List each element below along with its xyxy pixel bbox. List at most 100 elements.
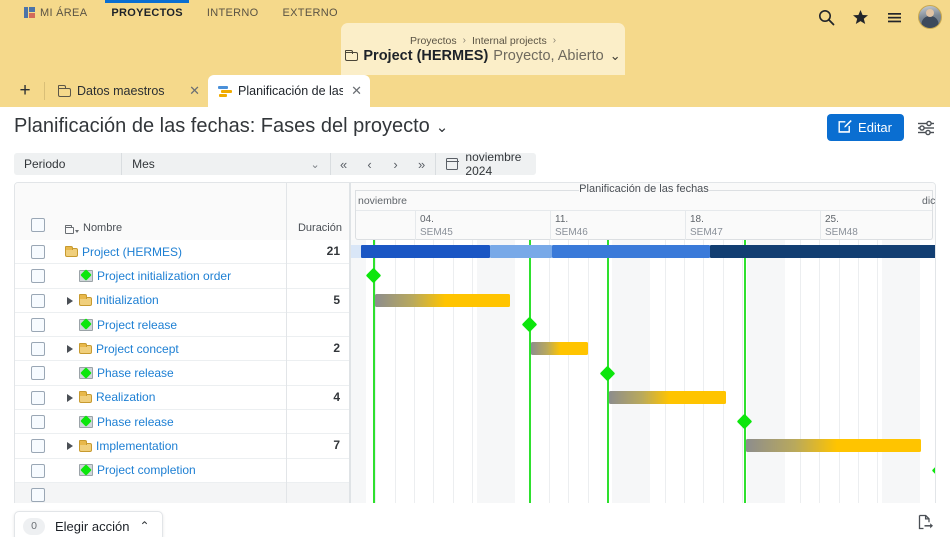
choose-action-button[interactable]: 0 Elegir acción ⌃ [14, 511, 163, 537]
table-row[interactable]: Initialization [15, 289, 286, 313]
page-title-text: Planificación de las fechas: Fases del p… [14, 115, 430, 137]
day-gridline [857, 240, 859, 521]
breadcrumb: Proyectos › Internal projects › [410, 35, 556, 47]
row-checkbox[interactable] [31, 439, 45, 454]
shell-nav-label: EXTERNO [282, 6, 338, 19]
shell-nav-item-mi-área[interactable]: MI ÁREA [12, 0, 99, 25]
column-header-name[interactable]: Nombre [64, 222, 122, 234]
footer-bar: 0 Elegir acción ⌃ [0, 503, 950, 537]
tab-datos-maestros[interactable]: Datos maestros ✕ [48, 75, 208, 107]
close-icon[interactable]: ✕ [187, 83, 200, 99]
tab-planificacion[interactable]: Planificación de las fec ✕ [208, 75, 370, 107]
day-gridline [471, 240, 473, 521]
expand-toggle-icon[interactable] [67, 442, 73, 451]
row-checkbox[interactable] [31, 269, 45, 284]
breadcrumb-item-1[interactable]: Internal projects [472, 35, 547, 47]
week-column-header: 18. SEM47 [685, 211, 820, 240]
row-label[interactable]: Project release [79, 318, 177, 332]
weekend-shading [747, 240, 785, 521]
row-checkbox[interactable] [31, 342, 45, 357]
table-row[interactable]: Project concept [15, 337, 286, 362]
edit-button[interactable]: Editar [827, 114, 904, 141]
date-value: noviembre 2024 [465, 150, 522, 178]
summary-bar-segment[interactable] [552, 245, 710, 258]
shell-nav-item-interno[interactable]: INTERNO [195, 0, 271, 25]
shell-nav-item-proyectos[interactable]: PROYECTOS [99, 0, 195, 25]
row-checkbox[interactable] [31, 390, 45, 405]
table-row[interactable]: Implementation [15, 434, 286, 459]
chevron-down-icon[interactable]: ⌄ [436, 119, 449, 136]
summary-bar-segment[interactable] [490, 245, 552, 258]
date-display[interactable]: noviembre 2024 [435, 150, 536, 178]
row-label[interactable]: Realization [79, 390, 155, 404]
period-select[interactable]: Mes ⌄ [122, 157, 330, 171]
task-bar[interactable] [746, 439, 921, 453]
summary-bar-segment[interactable] [710, 245, 935, 258]
nav-prev-button[interactable]: ‹ [357, 153, 383, 175]
milestone-diamond[interactable] [365, 268, 382, 284]
milestone-icon [79, 366, 93, 380]
expand-toggle-icon[interactable] [67, 393, 73, 402]
tab-divider [44, 82, 45, 100]
expand-toggle-icon[interactable] [67, 345, 73, 354]
select-all-checkbox[interactable] [31, 218, 45, 232]
gantt-body: Project (HERMES) Project initialization o… [15, 240, 935, 521]
row-label[interactable]: Project initialization order [79, 269, 231, 283]
row-label[interactable]: Project completion [79, 463, 196, 477]
settings-sliders-icon[interactable] [914, 116, 938, 140]
nav-first-button[interactable]: « [331, 153, 357, 175]
table-row[interactable]: Project (HERMES) [15, 240, 286, 265]
close-icon[interactable]: ✕ [349, 83, 362, 99]
expand-toggle-icon[interactable] [67, 296, 73, 305]
app-root: MI ÁREA PROYECTOS INTERNO EXTERNO Proyectos… [0, 0, 950, 537]
search-icon[interactable] [816, 7, 836, 27]
row-checkbox[interactable] [31, 293, 45, 308]
summary-bar-segment[interactable] [361, 245, 490, 258]
row-name: Initialization [96, 293, 159, 308]
duration-column-header[interactable]: Duración [287, 183, 351, 240]
avatar[interactable] [918, 5, 942, 29]
row-label[interactable]: Phase release [79, 415, 174, 429]
row-label[interactable]: Project (HERMES) [65, 245, 182, 259]
milestone-diamond[interactable] [521, 316, 538, 333]
row-name: Project release [97, 317, 178, 332]
task-bar[interactable] [609, 390, 726, 404]
sort-icon [64, 223, 79, 234]
row-checkbox[interactable] [31, 366, 45, 381]
shell-nav-item-externo[interactable]: EXTERNO [271, 0, 350, 25]
shell-nav-label: MI ÁREA [40, 6, 88, 19]
row-checkbox[interactable] [31, 317, 45, 332]
duration-cell-row: 7 [287, 434, 349, 459]
object-title-row: Project (HERMES) Proyecto, Abierto ⌄ [344, 48, 621, 64]
row-label[interactable]: Project concept [79, 342, 179, 356]
table-row[interactable]: Project initialization order [15, 264, 286, 289]
table-row[interactable]: Realization [15, 386, 286, 411]
milestone-diamond[interactable] [931, 462, 935, 478]
chevron-down-icon[interactable]: ⌄ [610, 48, 621, 64]
row-checkbox[interactable] [31, 245, 45, 259]
table-row[interactable]: Project completion [15, 459, 286, 483]
add-tab-button[interactable]: + [12, 75, 38, 107]
table-row[interactable]: Phase release [15, 361, 286, 386]
task-bar[interactable] [375, 293, 510, 307]
milestone-icon [79, 318, 93, 331]
choose-action-label: Elegir acción [55, 518, 130, 534]
table-row[interactable]: Project release [15, 313, 286, 338]
menu-icon[interactable] [884, 7, 904, 27]
row-label[interactable]: Phase release [79, 366, 174, 380]
summary-bar-segment[interactable] [351, 245, 361, 258]
milestone-marker-line [744, 240, 746, 521]
period-select-value: Mes [132, 157, 155, 171]
favorite-star-icon[interactable] [850, 7, 870, 27]
nav-next-button[interactable]: › [383, 153, 409, 175]
row-label[interactable]: Initialization [79, 293, 159, 307]
table-row[interactable]: Phase release [15, 410, 286, 435]
breadcrumb-item-0[interactable]: Proyectos [410, 35, 457, 47]
nav-last-button[interactable]: » [409, 153, 435, 175]
row-checkbox[interactable] [31, 487, 45, 502]
row-checkbox[interactable] [31, 415, 45, 430]
export-icon[interactable] [916, 513, 936, 533]
row-checkbox[interactable] [31, 463, 45, 478]
task-bar[interactable] [531, 342, 588, 356]
row-label[interactable]: Implementation [79, 439, 178, 453]
